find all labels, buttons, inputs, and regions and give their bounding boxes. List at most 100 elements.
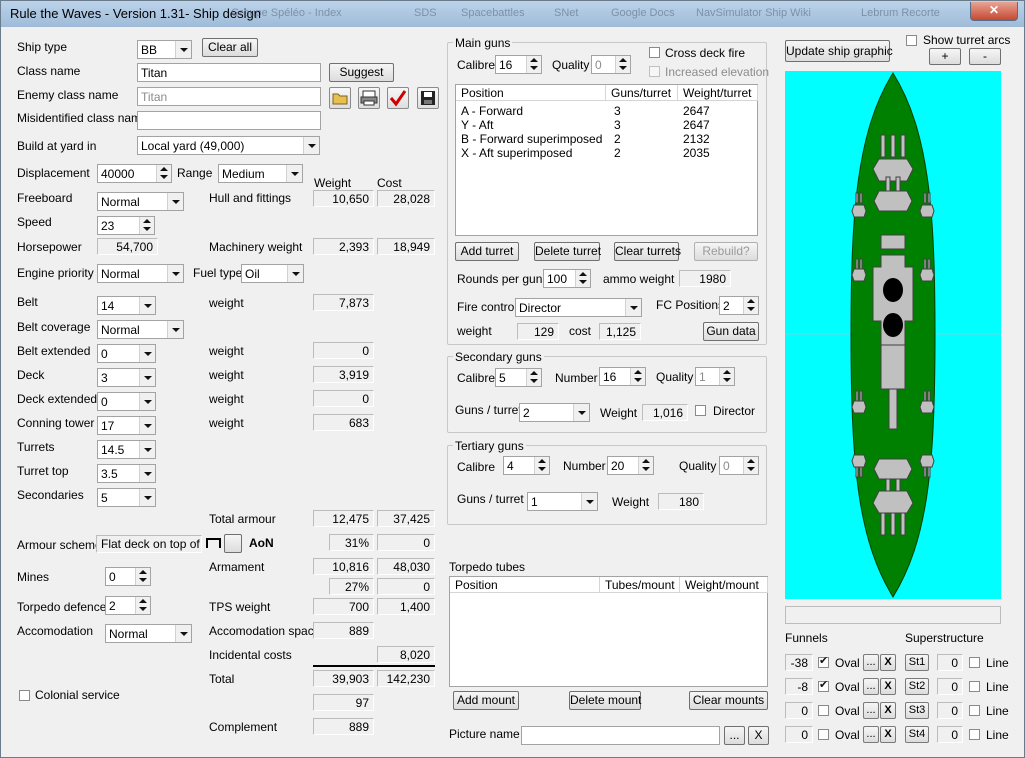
mines-spinner[interactable]: 0 (105, 567, 151, 586)
secondary-number-spinner[interactable]: 16 (599, 367, 646, 386)
secondaries-select[interactable]: 5 (97, 488, 156, 507)
suggest-button[interactable]: Suggest (329, 63, 394, 82)
fc-positions-spinner[interactable]: 2 (719, 296, 759, 315)
table-cell: 2132 (683, 132, 710, 146)
torpedo-col-weight-header[interactable]: Weight/mount (680, 577, 768, 593)
main-guns-title: Main guns (453, 36, 513, 50)
zoom-in-button[interactable]: + (929, 48, 961, 65)
secondary-calibre-spinner[interactable]: 5 (495, 368, 542, 387)
superstructure-1-line-checkbox[interactable] (969, 657, 980, 668)
clear-turrets-button[interactable]: Clear turrets (614, 242, 681, 261)
torpedo-col-tubes-header[interactable]: Tubes/mount (600, 577, 680, 593)
main-quality-spinner[interactable]: 0 (591, 55, 631, 74)
funnel-2-remove-button[interactable]: X (880, 678, 896, 695)
belt-select[interactable]: 14 (97, 296, 156, 315)
clear-all-button[interactable]: Clear all (202, 38, 258, 57)
superstructure-4-line-checkbox[interactable] (969, 729, 980, 740)
tertiary-quality-spinner[interactable]: 0 (719, 456, 759, 475)
displacement-spinner[interactable]: 40000 (97, 164, 172, 183)
delete-mount-button[interactable]: Delete mount (569, 691, 641, 710)
superstructure-2-button[interactable]: St2 (905, 678, 929, 695)
superstructure-4-button[interactable]: St4 (905, 726, 929, 743)
total-weight: 39,903 (313, 670, 374, 687)
funnel-1-oval-checkbox[interactable] (818, 654, 829, 668)
fuel-type-select[interactable]: Oil (241, 264, 304, 283)
funnel-4-more-button[interactable]: ... (863, 726, 879, 743)
funnel-4-oval-checkbox[interactable] (818, 729, 829, 740)
torpedo-defence-spinner[interactable]: 2 (105, 596, 151, 615)
add-mount-button[interactable]: Add mount (453, 691, 519, 710)
deck-select[interactable]: 3 (97, 368, 156, 387)
superstructure-label: Superstructure (905, 631, 984, 645)
zoom-out-button[interactable]: - (969, 48, 1001, 65)
close-button[interactable]: ✕ (970, 2, 1018, 21)
superstructure-3-line-checkbox[interactable] (969, 705, 980, 716)
open-folder-icon[interactable] (329, 87, 351, 109)
misidentified-class-input[interactable] (137, 111, 321, 130)
funnel-3-more-button[interactable]: ... (863, 702, 879, 719)
picture-name-input[interactable] (521, 726, 720, 745)
update-ship-graphic-button[interactable]: Update ship graphic (785, 40, 893, 62)
conning-tower-select[interactable]: 17 (97, 416, 156, 435)
graphic-scrollbar[interactable] (785, 606, 1001, 624)
deck-extended-select[interactable]: 0 (97, 392, 156, 411)
funnel-3-oval-checkbox[interactable] (818, 705, 829, 716)
funnel-2-oval-checkbox[interactable] (818, 678, 829, 692)
picture-clear-button[interactable]: X (748, 726, 769, 745)
belt-extended-select[interactable]: 0 (97, 344, 156, 363)
enemy-class-input[interactable]: Titan (137, 87, 321, 106)
tertiary-guns-per-turret-select[interactable]: 1 (527, 492, 598, 511)
col-weight-header[interactable]: Weight/turret (678, 85, 758, 101)
belt-coverage-select[interactable]: Normal (97, 320, 184, 339)
funnel-4-remove-button[interactable]: X (880, 726, 896, 743)
turrets-select[interactable]: 14.5 (97, 440, 156, 459)
fire-control-select[interactable]: Director (515, 298, 642, 317)
colonial-service-checkbox[interactable] (19, 690, 30, 701)
ship-type-select[interactable]: BB (137, 40, 192, 59)
secondary-guns-per-turret-select[interactable]: 2 (519, 403, 590, 422)
class-name-input[interactable]: Titan (137, 63, 321, 82)
build-yard-select[interactable]: Local yard (49,000) (137, 136, 320, 155)
funnel-1-remove-button[interactable]: X (880, 654, 896, 671)
save-disk-icon[interactable] (417, 87, 439, 109)
increased-elevation-checkbox[interactable] (649, 66, 660, 77)
armour-scheme-button[interactable] (224, 534, 242, 553)
superstructure-1-button[interactable]: St1 (905, 654, 929, 671)
checkmark-icon[interactable] (387, 87, 409, 109)
cross-deck-fire-checkbox[interactable] (649, 47, 660, 58)
funnel-3-remove-button[interactable]: X (880, 702, 896, 719)
rounds-per-gun-spinner[interactable]: 100 (543, 269, 591, 288)
funnel-1-more-button[interactable]: ... (863, 654, 879, 671)
add-turret-button[interactable]: Add turret (455, 242, 519, 261)
superstructure-3-button[interactable]: St3 (905, 702, 929, 719)
gun-data-button[interactable]: Gun data (703, 322, 759, 341)
secondary-quality-spinner[interactable]: 1 (695, 367, 735, 386)
table-row[interactable]: X - Aft superimposed (461, 146, 572, 160)
rebuild-button[interactable]: Rebuild? (694, 242, 758, 261)
tertiary-number-spinner[interactable]: 20 (607, 456, 654, 475)
clear-mounts-button[interactable]: Clear mounts (689, 691, 768, 710)
main-calibre-spinner[interactable]: 16 (495, 55, 542, 74)
col-position-header[interactable]: Position (456, 85, 606, 101)
director-checkbox[interactable] (695, 405, 706, 416)
table-row[interactable]: A - Forward (461, 104, 523, 118)
print-icon[interactable] (358, 87, 380, 109)
funnel-2-more-button[interactable]: ... (863, 678, 879, 695)
torpedo-col-position-header[interactable]: Position (450, 577, 600, 593)
tertiary-calibre-spinner[interactable]: 4 (503, 456, 550, 475)
torpedo-list[interactable]: Position Tubes/mount Weight/mount (449, 576, 768, 687)
table-row[interactable]: B - Forward superimposed (461, 132, 602, 146)
main-guns-list[interactable]: Position Guns/turret Weight/turret A - F… (455, 84, 758, 236)
turret-top-select[interactable]: 3.5 (97, 464, 156, 483)
col-guns-header[interactable]: Guns/turret (606, 85, 678, 101)
freeboard-select[interactable]: Normal (97, 192, 184, 211)
engine-priority-select[interactable]: Normal (97, 264, 184, 283)
table-row[interactable]: Y - Aft (461, 118, 493, 132)
show-turret-arcs-checkbox[interactable] (906, 35, 917, 46)
speed-spinner[interactable]: 23 (97, 216, 155, 235)
delete-turret-button[interactable]: Delete turret (534, 242, 601, 261)
accomodation-select[interactable]: Normal (105, 624, 192, 643)
superstructure-2-line-checkbox[interactable] (969, 681, 980, 692)
picture-browse-button[interactable]: ... (724, 726, 745, 745)
range-select[interactable]: Medium (218, 164, 303, 183)
